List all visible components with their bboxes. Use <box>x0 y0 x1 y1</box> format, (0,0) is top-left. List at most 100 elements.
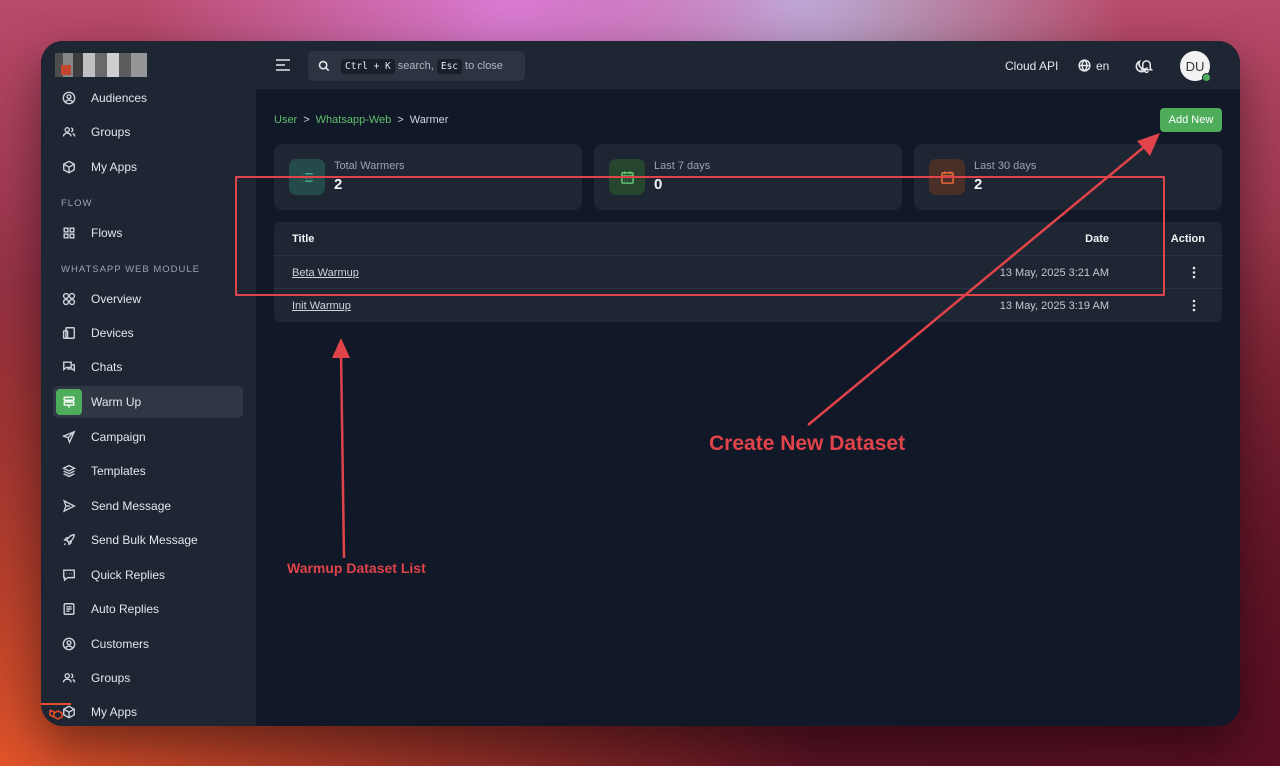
search-icon <box>318 60 338 72</box>
breadcrumb-current: Warmer <box>409 114 449 126</box>
sidebar-item-label: Auto Replies <box>91 602 160 616</box>
sidebar: Audiences Groups My Apps FLOW Flows WHAT… <box>41 41 256 726</box>
stat-value: 2 <box>334 176 343 193</box>
sidebar-item-devices[interactable]: Devices <box>53 317 243 349</box>
shortcut-key-ctrl-k: Ctrl + K <box>341 58 395 74</box>
sidebar-item-flows[interactable]: Flows <box>53 217 243 249</box>
message-square-icon <box>56 562 82 588</box>
sidebar-item-label: Devices <box>91 326 134 340</box>
sidebar-item-label: Campaign <box>91 430 146 444</box>
stat-label: Last 7 days <box>654 160 711 172</box>
sidebar-item-chats[interactable]: Chats <box>53 351 243 383</box>
table-header-row: Title Date Action <box>274 222 1222 256</box>
user-circle-icon <box>56 631 82 657</box>
sidebar-item-templates[interactable]: Templates <box>53 455 243 487</box>
annotation-create-new-dataset: Create New Dataset <box>709 432 906 455</box>
stat-value: 0 <box>654 176 663 193</box>
chat-icon <box>56 354 82 380</box>
breadcrumb-user[interactable]: User <box>274 114 297 126</box>
sidebar-item-label: Chats <box>91 360 123 374</box>
sidebar-item-label: Quick Replies <box>91 568 166 582</box>
sidebar-item-overview[interactable]: Overview <box>53 283 243 315</box>
sidebar-item-label: My Apps <box>91 705 138 719</box>
cube-icon <box>56 154 82 180</box>
sidebar-item-send-bulk-message[interactable]: Send Bulk Message <box>53 524 243 556</box>
sidebar-item-label: Warm Up <box>91 395 142 409</box>
sidebar-item-label: Flows <box>91 226 123 240</box>
language-selector[interactable]: en <box>1078 41 1109 90</box>
warmer-title-link[interactable]: Beta Warmup <box>292 267 359 279</box>
more-vertical-icon[interactable] <box>1192 299 1196 312</box>
topbar: Ctrl + K search, Esc to close Cloud API … <box>256 41 1240 90</box>
sidebar-item-label: Send Message <box>91 499 172 513</box>
calendar-icon <box>929 159 965 195</box>
warmup-icon <box>56 389 82 415</box>
sidebar-item-my-apps-2[interactable]: My Apps <box>53 696 243 726</box>
user-circle-icon <box>56 85 82 111</box>
more-vertical-icon[interactable] <box>1192 266 1196 279</box>
stat-value: 2 <box>974 176 983 193</box>
sidebar-item-campaign[interactable]: Campaign <box>53 421 243 453</box>
language-label: en <box>1096 58 1110 73</box>
document-icon <box>56 596 82 622</box>
play-send-icon <box>56 493 82 519</box>
globe-icon <box>1078 59 1091 72</box>
breadcrumb-whatsapp-web[interactable]: Whatsapp-Web <box>316 114 392 126</box>
bell-icon[interactable] <box>1139 58 1155 74</box>
breadcrumb: User > Whatsapp-Web > Warmer <box>274 114 448 126</box>
list-icon <box>289 159 325 195</box>
users-icon <box>56 119 82 145</box>
warmers-table: Title Date Action Beta Warmup 13 May, 20… <box>274 222 1222 322</box>
sidebar-item-my-apps[interactable]: My Apps <box>53 151 243 183</box>
sidebar-item-label: Overview <box>91 292 142 306</box>
warmer-title-link[interactable]: Init Warmup <box>292 300 351 312</box>
devices-icon <box>56 320 82 346</box>
sidebar-item-warm-up[interactable]: Warm Up <box>53 386 243 418</box>
app-logo[interactable] <box>55 53 147 77</box>
online-status-dot <box>1202 73 1211 82</box>
breadcrumb-separator: > <box>303 114 310 126</box>
stat-label: Last 30 days <box>974 160 1037 172</box>
layers-icon <box>56 458 82 484</box>
cloud-api-link[interactable]: Cloud API <box>1005 41 1058 90</box>
sidebar-item-label: Templates <box>91 464 146 478</box>
cloud-api-label: Cloud API <box>1005 58 1059 73</box>
app-window: Audiences Groups My Apps FLOW Flows WHAT… <box>41 41 1240 726</box>
warmer-date: 13 May, 2025 3:19 AM <box>999 300 1109 312</box>
users-icon <box>56 665 82 691</box>
shortcut-key-esc: Esc <box>436 58 463 74</box>
sidebar-item-label: Audiences <box>91 91 148 105</box>
sidebar-item-send-message[interactable]: Send Message <box>53 490 243 522</box>
section-label-whatsapp-web: WHATSAPP WEB MODULE <box>61 264 200 275</box>
search-hint-text: search, <box>397 60 434 72</box>
sidebar-item-label: My Apps <box>91 160 138 174</box>
stat-card-last-30-days: Last 30 days 2 <box>914 144 1222 210</box>
stat-card-last-7-days: Last 7 days 0 <box>594 144 902 210</box>
sidebar-item-label: Send Bulk Message <box>91 533 198 547</box>
table-row: Init Warmup 13 May, 2025 3:19 AM <box>274 289 1222 322</box>
sidebar-item-audiences[interactable]: Audiences <box>53 82 243 114</box>
sidebar-item-quick-replies[interactable]: Quick Replies <box>53 559 243 591</box>
breadcrumb-separator: > <box>397 114 404 126</box>
sidebar-item-auto-replies[interactable]: Auto Replies <box>53 593 243 625</box>
column-header-title[interactable]: Title <box>292 233 314 245</box>
column-header-action: Action <box>1170 233 1205 245</box>
rocket-icon <box>56 527 82 553</box>
send-icon <box>56 424 82 450</box>
search-input[interactable]: Ctrl + K search, Esc to close <box>308 51 525 81</box>
warmer-date: 13 May, 2025 3:21 AM <box>999 267 1109 279</box>
table-row: Beta Warmup 13 May, 2025 3:21 AM <box>274 256 1222 289</box>
circles-icon <box>56 286 82 312</box>
sidebar-item-customers[interactable]: Customers <box>53 628 243 660</box>
annotation-warmup-dataset-list: Warmup Dataset List <box>287 560 426 576</box>
menu-toggle-button[interactable] <box>275 58 291 72</box>
search-hint-suffix: to close <box>465 60 503 72</box>
laravel-debug-badge[interactable] <box>41 703 71 726</box>
sidebar-item-label: Groups <box>91 125 131 139</box>
main-content: User > Whatsapp-Web > Warmer Add New Tot… <box>256 90 1240 726</box>
hamburger-icon <box>275 59 291 76</box>
column-header-date[interactable]: Date <box>1085 233 1109 245</box>
add-new-button[interactable]: Add New <box>1160 108 1222 132</box>
sidebar-item-groups[interactable]: Groups <box>53 116 243 148</box>
sidebar-item-groups-2[interactable]: Groups <box>53 662 243 694</box>
